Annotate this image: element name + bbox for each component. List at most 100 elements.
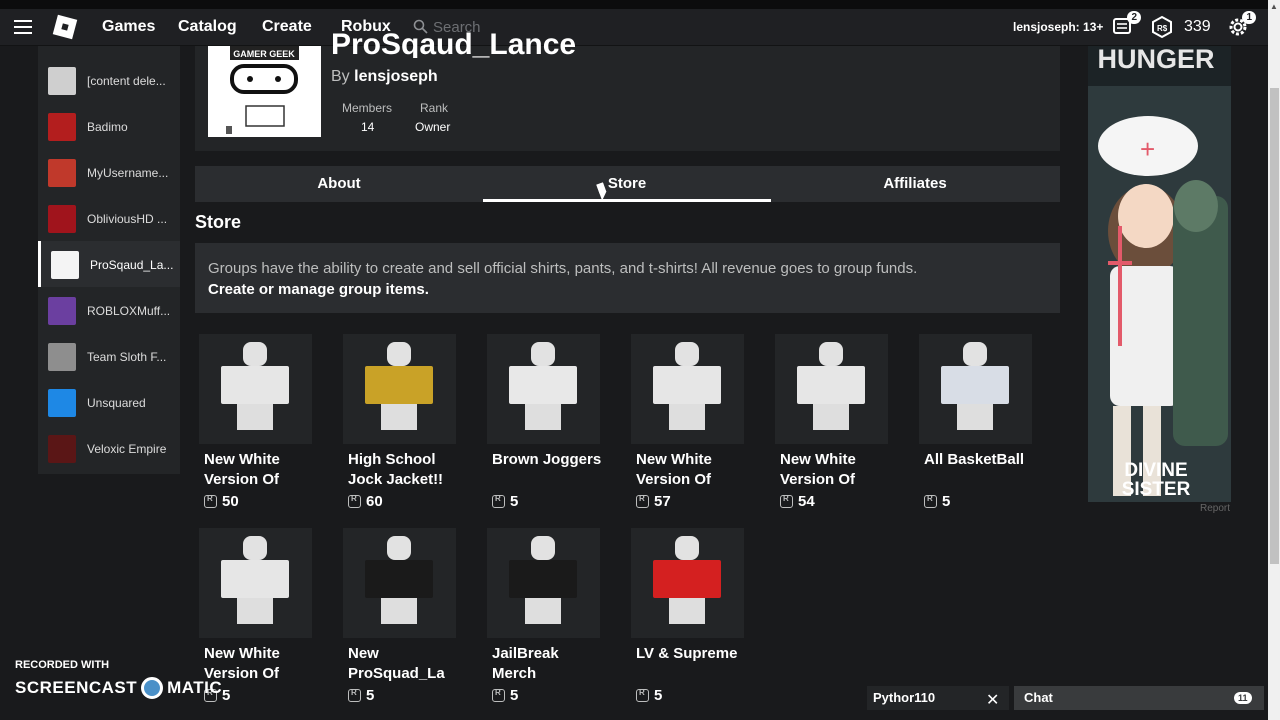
- avatar-head: [243, 536, 267, 560]
- tab-affiliates[interactable]: Affiliates: [771, 166, 1059, 202]
- item-name[interactable]: JailBreak Merch: [487, 644, 602, 684]
- store-item[interactable]: New ProSquad_La 5: [343, 528, 458, 704]
- robux-button[interactable]: R$: [1150, 15, 1174, 39]
- robux-icon: [492, 494, 505, 508]
- item-name[interactable]: Brown Joggers: [487, 450, 602, 490]
- avatar-head: [531, 536, 555, 560]
- store-section-title: Store: [195, 212, 242, 232]
- store-item[interactable]: High School Jock Jacket!! 60: [343, 334, 458, 510]
- store-item[interactable]: New White Version Of 54: [775, 334, 890, 510]
- store-item[interactable]: JailBreak Merch 5: [487, 528, 602, 704]
- item-price-value: 57: [654, 493, 671, 510]
- settings-button[interactable]: 1: [1226, 11, 1256, 39]
- chat-user-name[interactable]: Pythor110: [873, 690, 935, 705]
- group-header-card: [195, 46, 1060, 151]
- item-thumbnail[interactable]: [631, 528, 744, 638]
- item-price-value: 5: [654, 687, 663, 704]
- roblox-logo-icon[interactable]: [52, 14, 78, 40]
- chat-conversation-tab[interactable]: Pythor110 ✕: [867, 686, 1009, 710]
- notifications-button[interactable]: 2: [1111, 11, 1141, 39]
- chat-bar[interactable]: Chat 11: [1014, 686, 1264, 710]
- close-icon[interactable]: ✕: [986, 690, 999, 710]
- nav-link-games[interactable]: Games: [102, 18, 155, 36]
- item-thumbnail[interactable]: [199, 528, 312, 638]
- chat-unread-badge: 11: [1234, 692, 1252, 704]
- group-thumbnail: [48, 113, 76, 141]
- group-thumbnail: [48, 343, 76, 371]
- menu-icon[interactable]: [14, 20, 32, 34]
- item-name[interactable]: New White Version Of: [199, 450, 314, 490]
- sidebar-item-label: ROBLOXMuff...: [87, 304, 171, 318]
- sidebar-item-veloxic-empire[interactable]: Veloxic Empire: [38, 425, 180, 471]
- scrollbar-thumb[interactable]: [1270, 88, 1279, 564]
- members-count: 14: [361, 120, 375, 134]
- item-name[interactable]: LV & Supreme: [631, 644, 746, 684]
- window-top-strip: [0, 0, 1280, 9]
- item-thumbnail[interactable]: [199, 334, 312, 444]
- item-price: 5: [919, 493, 1034, 510]
- item-name[interactable]: New White Version Of: [775, 450, 890, 490]
- report-ad-link[interactable]: Report: [1200, 503, 1230, 514]
- sidebar-item-badimo[interactable]: Badimo: [38, 103, 180, 149]
- robux-icon: [924, 494, 937, 508]
- group-emblem-image: GAMER GEEK: [226, 46, 299, 134]
- sidebar-item-oblivioushd[interactable]: ObliviousHD ...: [38, 195, 180, 241]
- scroll-up-arrow-icon[interactable]: ▲: [1270, 2, 1278, 11]
- tab-about[interactable]: About: [195, 166, 483, 202]
- avatar-shirt: [509, 560, 577, 598]
- owner-link[interactable]: lensjoseph: [354, 68, 438, 85]
- store-item[interactable]: All BasketBall 5: [919, 334, 1034, 510]
- sidebar-item-prosqaud[interactable]: ProSqaud_La...: [38, 241, 180, 287]
- sidebar-item-label: ObliviousHD ...: [87, 212, 168, 226]
- store-item[interactable]: LV & Supreme 5: [631, 528, 746, 704]
- item-name[interactable]: All BasketBall: [919, 450, 1034, 490]
- sidebar-item-unsquared[interactable]: Unsquared: [38, 379, 180, 425]
- sidebar-item-label: ProSqaud_La...: [90, 258, 174, 272]
- item-thumbnail[interactable]: [775, 334, 888, 444]
- sidebar-item-label: Veloxic Empire: [87, 442, 167, 456]
- store-item[interactable]: New White Version Of 57: [631, 334, 746, 510]
- item-thumbnail[interactable]: [343, 528, 456, 638]
- avatar-legs: [669, 598, 705, 624]
- robux-icon: [204, 494, 217, 508]
- sidebar-item-myusername[interactable]: MyUsername...: [38, 149, 180, 195]
- store-item[interactable]: New White Version Of 50: [199, 334, 314, 510]
- group-thumbnail: [48, 159, 76, 187]
- item-thumbnail[interactable]: [919, 334, 1032, 444]
- item-name[interactable]: New ProSquad_La: [343, 644, 458, 684]
- store-info-box: Groups have the ability to create and se…: [195, 243, 1060, 313]
- item-price-value: 5: [366, 687, 375, 704]
- item-price: 50: [199, 493, 314, 510]
- store-item[interactable]: Brown Joggers 5: [487, 334, 602, 510]
- item-name[interactable]: New White Version Of: [631, 450, 746, 490]
- sidebar-item-team-sloth[interactable]: Team Sloth F...: [38, 333, 180, 379]
- item-thumbnail[interactable]: [487, 528, 600, 638]
- store-info-text: Groups have the ability to create and se…: [208, 260, 918, 277]
- avatar-legs: [957, 404, 993, 430]
- avatar-shirt: [365, 560, 433, 598]
- manage-group-items-link[interactable]: Create or manage group items.: [208, 279, 1047, 300]
- username-label[interactable]: lensjoseph: 13+: [1013, 20, 1103, 34]
- watermark-logo: SCREENCAST MATIC: [15, 677, 222, 699]
- sidebar-item-robloxmuff[interactable]: ROBLOXMuff...: [38, 287, 180, 333]
- by-label: By: [331, 68, 350, 85]
- item-price: 5: [487, 687, 602, 704]
- watermark-small-text: RECORDED WITH: [15, 659, 110, 671]
- item-thumbnail[interactable]: [343, 334, 456, 444]
- nav-link-create[interactable]: Create: [262, 18, 312, 36]
- tab-store[interactable]: Store: [483, 166, 771, 202]
- sidebar-item-content-deleted[interactable]: [content dele...: [38, 57, 180, 103]
- avatar-legs: [525, 404, 561, 430]
- avatar-shirt: [653, 366, 721, 404]
- item-price: 5: [343, 687, 458, 704]
- item-price-value: 54: [798, 493, 815, 510]
- item-thumbnail[interactable]: [631, 334, 744, 444]
- avatar-legs: [381, 598, 417, 624]
- item-thumbnail[interactable]: [487, 334, 600, 444]
- notifications-badge: 2: [1127, 11, 1141, 24]
- nav-link-catalog[interactable]: Catalog: [178, 18, 237, 36]
- item-name[interactable]: High School Jock Jacket!!: [343, 450, 458, 490]
- advertisement-banner[interactable]: HUNGER + DIVINE SISTER: [1088, 46, 1231, 502]
- robux-balance[interactable]: 339: [1184, 18, 1211, 36]
- item-price: 5: [631, 687, 746, 704]
